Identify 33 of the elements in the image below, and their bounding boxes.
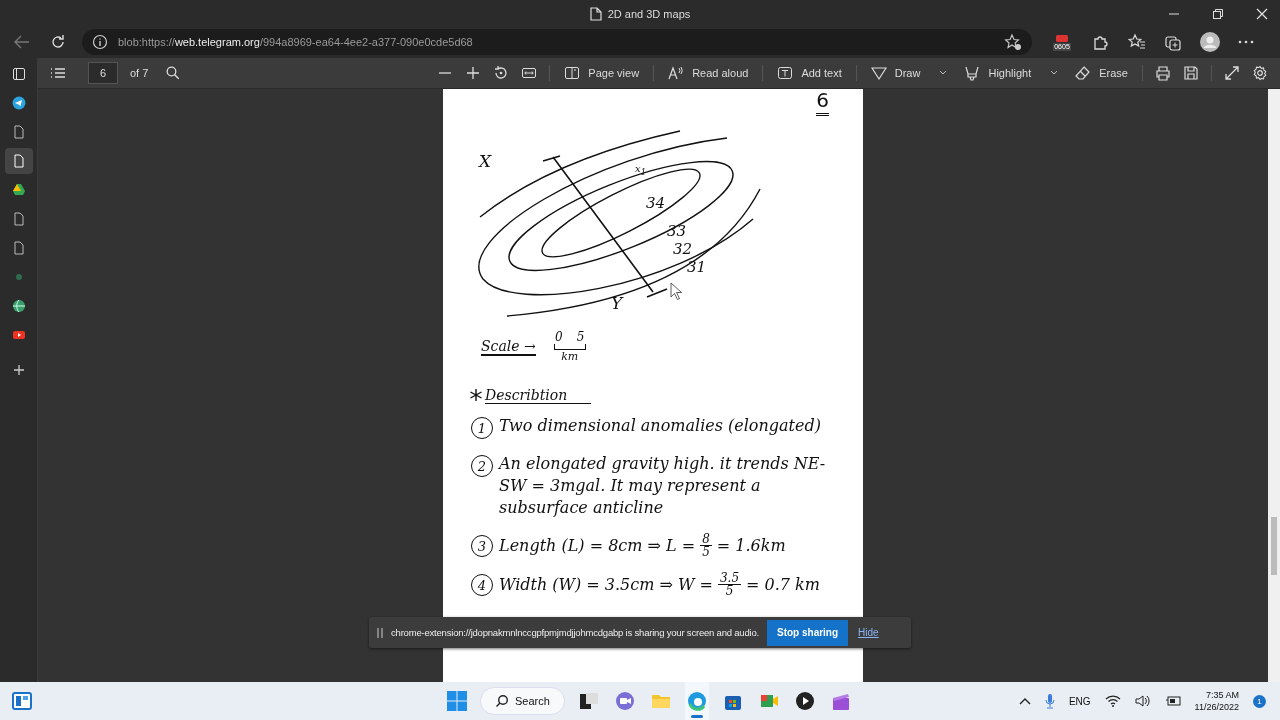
url-text: blob:https://web.telegram.org/994a8969-ea64-4ee2-a377-090e0cde5d68 bbox=[118, 36, 474, 48]
highlight-button[interactable]: Highlight bbox=[962, 65, 1062, 81]
page-number: 6 bbox=[816, 89, 829, 116]
description-text: Two dimensional anomalies (elongated) bbox=[499, 415, 821, 437]
read-aloud-button[interactable]: Read aloud bbox=[666, 65, 751, 81]
window-title: 2D and 3D maps bbox=[607, 8, 691, 20]
address-bar[interactable]: blob:https://web.telegram.org/994a8969-ea64-4ee2-a377-090e0cde5d68 bbox=[82, 29, 1032, 55]
description-text: An elongated gravity high. it trends NE-SW = 3mgal. It may represent a subsurface anticline bbox=[499, 453, 827, 519]
profile-end-label: Y bbox=[611, 295, 623, 311]
scale-label: Scale → bbox=[481, 338, 536, 356]
contour-label: 33 bbox=[667, 223, 687, 239]
page-number-field[interactable]: 6 bbox=[88, 62, 118, 84]
contour-label: 31 bbox=[687, 259, 707, 275]
language-indicator[interactable]: ENG bbox=[1068, 695, 1091, 707]
point-label: x$_{1}$ bbox=[635, 162, 646, 179]
page-count: of 7 bbox=[130, 67, 149, 79]
contour-label: 34 bbox=[646, 195, 666, 211]
scale-unit: km bbox=[561, 350, 579, 363]
hide-link[interactable]: Hide bbox=[858, 627, 879, 638]
profile-end-label: X bbox=[479, 153, 492, 169]
draw-button[interactable]: Draw bbox=[868, 65, 951, 81]
contour-label: 32 bbox=[673, 241, 693, 257]
notification-badge[interactable]: 1 bbox=[1253, 694, 1266, 708]
search-field[interactable]: Search bbox=[480, 687, 565, 715]
add-text-button[interactable]: Add text bbox=[775, 65, 844, 81]
scale-end: 5 bbox=[576, 331, 585, 344]
sharing-message: chrome-extension://jdopnakmnlnccgpfpmjmdjjohmcdgabp is sharing your screen and audio. bbox=[391, 627, 759, 638]
page-view-button[interactable]: Page view bbox=[562, 65, 642, 81]
stop-sharing-button[interactable]: Stop sharing bbox=[766, 619, 849, 646]
erase-button[interactable]: Erase bbox=[1073, 65, 1130, 81]
scale-start: 0 bbox=[555, 331, 563, 344]
clock[interactable]: 7:35 AM 11/26/2022 bbox=[1194, 689, 1239, 713]
description-heading: Describtion bbox=[485, 386, 592, 404]
